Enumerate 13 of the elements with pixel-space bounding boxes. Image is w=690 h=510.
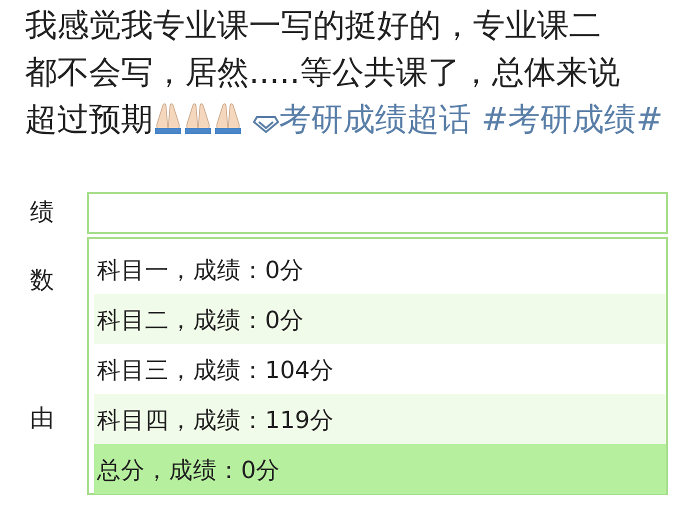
list-item[interactable]: 科目二，成绩：0分 xyxy=(94,294,666,344)
post-text-line: 都不会写，居然.....等公共课了，总体来说 xyxy=(25,52,620,93)
post-text-line: 超过预期 xyxy=(25,99,153,140)
list-item[interactable]: 科目四，成绩：119分 xyxy=(94,394,666,444)
input-field[interactable] xyxy=(87,192,668,234)
field-label: 数 xyxy=(30,265,54,296)
diamond-icon xyxy=(253,114,280,134)
topic-link[interactable]: 考研成绩超话 xyxy=(279,100,472,138)
field-label: 绩 xyxy=(30,197,54,228)
list-item[interactable]: 总分，成绩：0分 xyxy=(94,444,666,494)
post-text-line: 我感觉我专业课一写的挺好的，专业课二 xyxy=(25,5,601,46)
hashtag-link[interactable]: #考研成绩# xyxy=(481,100,663,138)
field-label: 由 xyxy=(30,403,54,434)
